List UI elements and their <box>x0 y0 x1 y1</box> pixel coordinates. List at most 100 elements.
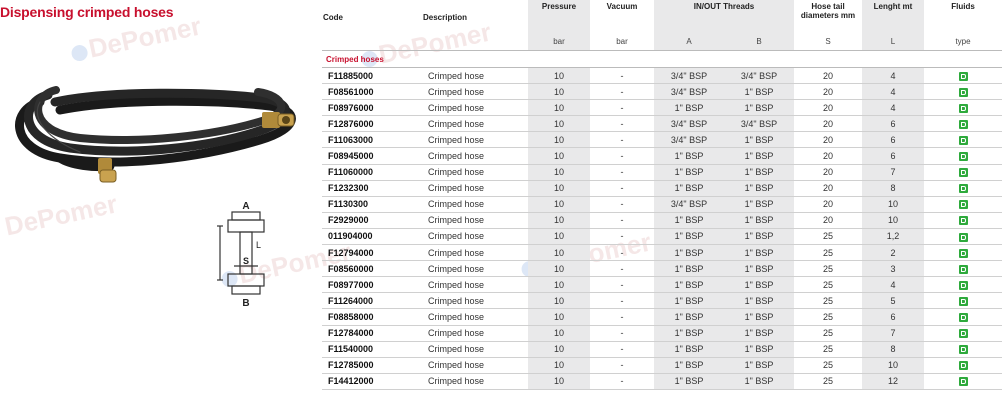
cell-length: 6 <box>862 115 925 133</box>
cell-description: Crimped hose <box>422 131 528 149</box>
cell-code: F08945000 <box>322 147 422 165</box>
cell-thread-b: 1" BSP <box>724 260 795 278</box>
table-row: F14412000 Crimped hose 10-1" BSP 1" BSP 25 12 <box>322 373 1003 390</box>
cell-thread-b: 1" BSP <box>724 308 795 326</box>
cell-hose-tail: 20 <box>794 164 863 181</box>
cell-thread-a: 1" BSP <box>654 99 724 117</box>
cell-description: Crimped hose <box>422 373 528 390</box>
hose-product-image <box>15 86 296 183</box>
cell-length: 2 <box>862 244 925 262</box>
fuel-fluid-icon <box>958 296 968 306</box>
cell-fluid-type <box>924 244 1003 262</box>
fuel-fluid-icon <box>958 329 968 339</box>
cell-code: F1232300 <box>322 180 422 197</box>
cell-vacuum: - <box>590 164 654 181</box>
cell-length: 4 <box>862 83 925 101</box>
cell-code: F11540000 <box>322 341 422 358</box>
cell-hose-tail: 25 <box>794 341 863 358</box>
cell-hose-tail: 25 <box>794 260 863 278</box>
cell-hose-tail: 25 <box>794 228 863 246</box>
cell-pressure: 10 <box>528 180 590 197</box>
cell-fluid-type <box>924 115 1003 133</box>
product-table-container: Code Description Pressure Vacuum IN/OUT … <box>322 0 1003 390</box>
diagram-label-a: A <box>242 201 249 212</box>
cell-hose-tail: 25 <box>794 373 863 390</box>
cell-code: 011904000 <box>322 228 422 246</box>
cell-length: 6 <box>862 308 925 326</box>
cell-fluid-type <box>924 373 1003 390</box>
table-row: F08977000 Crimped hose 10-1" BSP 1" BSP 25 4 <box>322 276 1003 294</box>
fuel-fluid-icon <box>958 119 968 129</box>
cell-thread-a: 1" BSP <box>654 228 724 246</box>
cell-pressure: 10 <box>528 341 590 358</box>
cell-thread-b: 1" BSP <box>724 325 795 342</box>
cell-code: F11885000 <box>322 67 422 85</box>
cell-hose-tail: 20 <box>794 99 863 117</box>
watermark-logo: DePomer <box>2 188 120 242</box>
fuel-fluid-icon <box>958 87 968 97</box>
cell-vacuum: - <box>590 196 654 213</box>
cell-description: Crimped hose <box>422 325 528 342</box>
cell-thread-a: 1" BSP <box>654 308 724 326</box>
cell-vacuum: - <box>590 341 654 358</box>
cell-description: Crimped hose <box>422 244 528 262</box>
cell-vacuum: - <box>590 83 654 101</box>
cell-vacuum: - <box>590 244 654 262</box>
cell-fluid-type <box>924 357 1003 374</box>
cell-thread-b: 3/4" BSP <box>724 67 795 85</box>
cell-pressure: 10 <box>528 115 590 133</box>
cell-hose-tail: 20 <box>794 131 863 149</box>
cell-description: Crimped hose <box>422 357 528 374</box>
cell-thread-b: 3/4" BSP <box>724 115 795 133</box>
cell-description: Crimped hose <box>422 164 528 181</box>
cell-vacuum: - <box>590 99 654 117</box>
cell-code: F11063000 <box>322 131 422 149</box>
table-row: F11060000 Crimped hose 10-1" BSP 1" BSP 20 7 <box>322 164 1003 181</box>
cell-thread-a: 1" BSP <box>654 276 724 294</box>
unit-s: S <box>794 34 863 51</box>
cell-description: Crimped hose <box>422 115 528 133</box>
cell-description: Crimped hose <box>422 67 528 85</box>
cell-fluid-type <box>924 99 1003 117</box>
cell-thread-b: 1" BSP <box>724 83 795 101</box>
cell-thread-a: 1" BSP <box>654 260 724 278</box>
unit-fluids: type <box>924 34 1003 51</box>
cell-thread-a: 1" BSP <box>654 357 724 374</box>
cell-description: Crimped hose <box>422 196 528 213</box>
cell-description: Crimped hose <box>422 292 528 310</box>
cell-fluid-type <box>924 292 1003 310</box>
cell-fluid-type <box>924 180 1003 197</box>
cell-vacuum: - <box>590 373 654 390</box>
cell-fluid-type <box>924 67 1003 85</box>
col-header-fluids: Fluids <box>951 2 975 11</box>
cell-length: 4 <box>862 99 925 117</box>
fuel-fluid-icon <box>958 184 968 194</box>
cell-length: 7 <box>862 164 925 181</box>
cell-thread-a: 1" BSP <box>654 180 724 197</box>
fuel-fluid-icon <box>958 200 968 210</box>
cell-fluid-type <box>924 228 1003 246</box>
cell-vacuum: - <box>590 357 654 374</box>
cell-description: Crimped hose <box>422 180 528 197</box>
cell-hose-tail: 20 <box>794 147 863 165</box>
cell-thread-a: 1" BSP <box>654 212 724 229</box>
fuel-fluid-icon <box>958 216 968 226</box>
diagram-label-l: L <box>256 240 261 250</box>
fuel-fluid-icon <box>958 377 968 387</box>
cell-length: 4 <box>862 276 925 294</box>
cell-vacuum: - <box>590 292 654 310</box>
cell-thread-b: 1" BSP <box>724 212 795 229</box>
cell-length: 10 <box>862 196 925 213</box>
cell-description: Crimped hose <box>422 147 528 165</box>
cell-vacuum: - <box>590 147 654 165</box>
cell-pressure: 10 <box>528 131 590 149</box>
fuel-fluid-icon <box>958 361 968 371</box>
fuel-fluid-icon <box>958 152 968 162</box>
cell-thread-b: 1" BSP <box>724 180 795 197</box>
table-row: F12794000 Crimped hose 10-1" BSP 1" BSP 25 2 <box>322 244 1003 262</box>
unit-vacuum: bar <box>590 34 654 51</box>
cell-description: Crimped hose <box>422 83 528 101</box>
col-header-description: Description <box>423 12 468 22</box>
cell-thread-a: 3/4" BSP <box>654 131 724 149</box>
cell-code: F2929000 <box>322 212 422 229</box>
